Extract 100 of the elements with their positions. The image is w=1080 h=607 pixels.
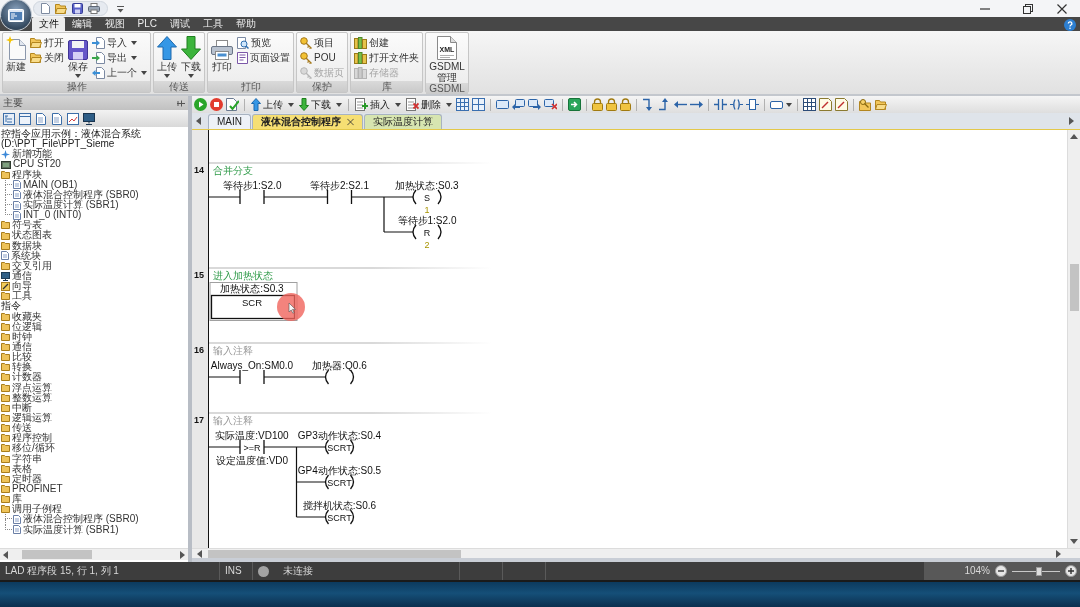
tree-item[interactable]: 通信: [12, 271, 32, 282]
toolbar-button[interactable]: 下载: [298, 98, 343, 111]
ribbon-button[interactable]: 关闭: [29, 50, 65, 65]
vertical-scrollbar[interactable]: [1067, 130, 1080, 548]
table-icon[interactable]: [803, 98, 816, 111]
tree-item[interactable]: 浮点运算: [12, 382, 52, 393]
ribbon-tab[interactable]: 调试: [163, 17, 197, 31]
editor-tab[interactable]: 液体混合控制程序: [252, 114, 363, 129]
scrollbar-thumb[interactable]: [208, 549, 461, 558]
tree-item[interactable]: 收藏夹: [12, 311, 42, 322]
ribbon-button[interactable]: 打印: [210, 35, 234, 72]
arrow-left-icon[interactable]: [3, 550, 8, 559]
ribbon-tab[interactable]: 工具: [196, 17, 230, 31]
ribbon-tab[interactable]: 文件: [32, 17, 65, 31]
toolbar-button[interactable]: 上传: [250, 98, 295, 111]
ribbon-button[interactable]: 创建: [353, 35, 420, 50]
tree-item[interactable]: 实际温度计算 (SBR1): [23, 200, 119, 211]
box-icon[interactable]: [746, 99, 759, 110]
restore-icon[interactable]: [1023, 3, 1033, 14]
tree-item[interactable]: 定时器: [12, 473, 42, 484]
tree-item[interactable]: INT_0 (INT0): [23, 210, 82, 221]
tree-item[interactable]: 位逻辑: [12, 321, 42, 332]
padlock-icon[interactable]: [592, 98, 603, 111]
contact-icon[interactable]: [714, 99, 727, 110]
document-icon[interactable]: [35, 112, 47, 125]
tree-item[interactable]: 向导: [12, 281, 32, 292]
ribbon-button[interactable]: 页面设置: [236, 50, 291, 65]
tree-item[interactable]: 逻辑运算: [12, 413, 52, 424]
line-arrow-icon[interactable]: [674, 101, 687, 108]
zoom-out-icon[interactable]: [995, 565, 1007, 577]
window-icon[interactable]: [19, 112, 31, 125]
editor-tab[interactable]: MAIN: [208, 114, 251, 129]
folder-icon[interactable]: [875, 99, 887, 110]
tree-item[interactable]: 液体混合控制程序 (SBR0): [23, 514, 139, 525]
tree-item[interactable]: 工具: [12, 291, 32, 302]
printer-icon[interactable]: [88, 3, 100, 14]
ribbon-button[interactable]: 新建: [5, 35, 27, 72]
tree-item[interactable]: MAIN (OB1): [23, 179, 78, 190]
network-comment[interactable]: 合并分支: [213, 165, 253, 176]
tree-item[interactable]: 状态图表: [12, 230, 52, 241]
horizontal-scrollbar[interactable]: [192, 548, 1080, 558]
tree-item[interactable]: 移位/循环: [12, 443, 55, 454]
tree-view-icon[interactable]: [3, 112, 15, 125]
tree-item[interactable]: 程序控制: [12, 433, 52, 444]
note-icon[interactable]: [819, 98, 832, 111]
scrollbar-thumb[interactable]: [22, 550, 92, 559]
editor-tab[interactable]: 实际温度计算: [364, 114, 442, 129]
tree-item[interactable]: 比较: [12, 352, 32, 363]
monitor-icon[interactable]: [83, 112, 95, 125]
tree-item[interactable]: 程序块: [12, 169, 42, 180]
tree-item[interactable]: PROFINET: [12, 483, 63, 495]
tree-item[interactable]: 系统块: [11, 250, 41, 261]
scrollbar-thumb[interactable]: [1069, 264, 1079, 311]
tree-item[interactable]: 新增功能: [12, 149, 52, 160]
tree-item[interactable]: 符号表: [12, 220, 42, 231]
ribbon-button[interactable]: 导出: [91, 50, 148, 65]
coil-icon[interactable]: [730, 99, 743, 110]
ribbon-button[interactable]: 项目: [299, 35, 345, 50]
padlock-icon[interactable]: [620, 98, 631, 111]
tree-item[interactable]: 库: [12, 494, 22, 505]
arrow-left-icon[interactable]: [197, 549, 202, 558]
key-folder-icon[interactable]: [859, 98, 872, 111]
toolbar-button[interactable]: 插入: [354, 98, 402, 111]
arrow-up-icon[interactable]: [1070, 134, 1078, 139]
tree-item[interactable]: 交叉引用: [12, 260, 52, 271]
ribbon-button[interactable]: 上一个: [91, 65, 148, 80]
ribbon-button[interactable]: POU: [299, 50, 345, 65]
ribbon-button[interactable]: 导入: [91, 35, 148, 50]
folder-icon[interactable]: [55, 3, 67, 14]
tree-item[interactable]: 整数运算: [12, 392, 52, 403]
toolbar-button[interactable]: 删除: [405, 98, 453, 111]
ribbon-button[interactable]: 下载: [180, 35, 202, 78]
arrow-right-icon[interactable]: [1069, 117, 1074, 125]
normally-open-contact[interactable]: [239, 369, 265, 385]
bookmark-delete-icon[interactable]: [544, 99, 557, 110]
stop-icon[interactable]: [210, 98, 223, 111]
tree-item[interactable]: 指令: [1, 301, 188, 312]
slider-thumb[interactable]: [1035, 566, 1042, 576]
network-comment[interactable]: 进入加热状态: [213, 270, 273, 281]
compare-contact[interactable]: >=R: [239, 439, 265, 455]
ribbon-button[interactable]: 预览: [236, 35, 291, 50]
horizontal-scrollbar[interactable]: [0, 548, 188, 560]
ribbon-tab[interactable]: PLC: [131, 17, 164, 31]
check-document-icon[interactable]: [226, 98, 239, 111]
ribbon-button[interactable]: 保存: [67, 35, 89, 78]
arrow-left-icon[interactable]: [196, 117, 201, 125]
arrow-box-icon[interactable]: [568, 98, 581, 111]
grid-icon[interactable]: [456, 98, 469, 111]
coil[interactable]: [324, 369, 355, 385]
tree-item[interactable]: 表格: [12, 463, 32, 474]
line-arrow-icon[interactable]: [642, 98, 655, 111]
zoom-in-icon[interactable]: [1065, 565, 1077, 577]
normally-open-contact[interactable]: [239, 189, 265, 205]
tree-item[interactable]: 控指令应用示例：液体混合系统 (D:\PPT_File\PPT_Sieme: [1, 129, 188, 150]
tree-item[interactable]: 时钟: [12, 331, 32, 342]
grid-icon[interactable]: [472, 98, 485, 111]
document-icon[interactable]: [41, 3, 50, 14]
arrow-right-icon[interactable]: [180, 550, 185, 559]
line-arrow-icon[interactable]: [690, 101, 703, 108]
tree-item[interactable]: 通信: [12, 342, 32, 353]
